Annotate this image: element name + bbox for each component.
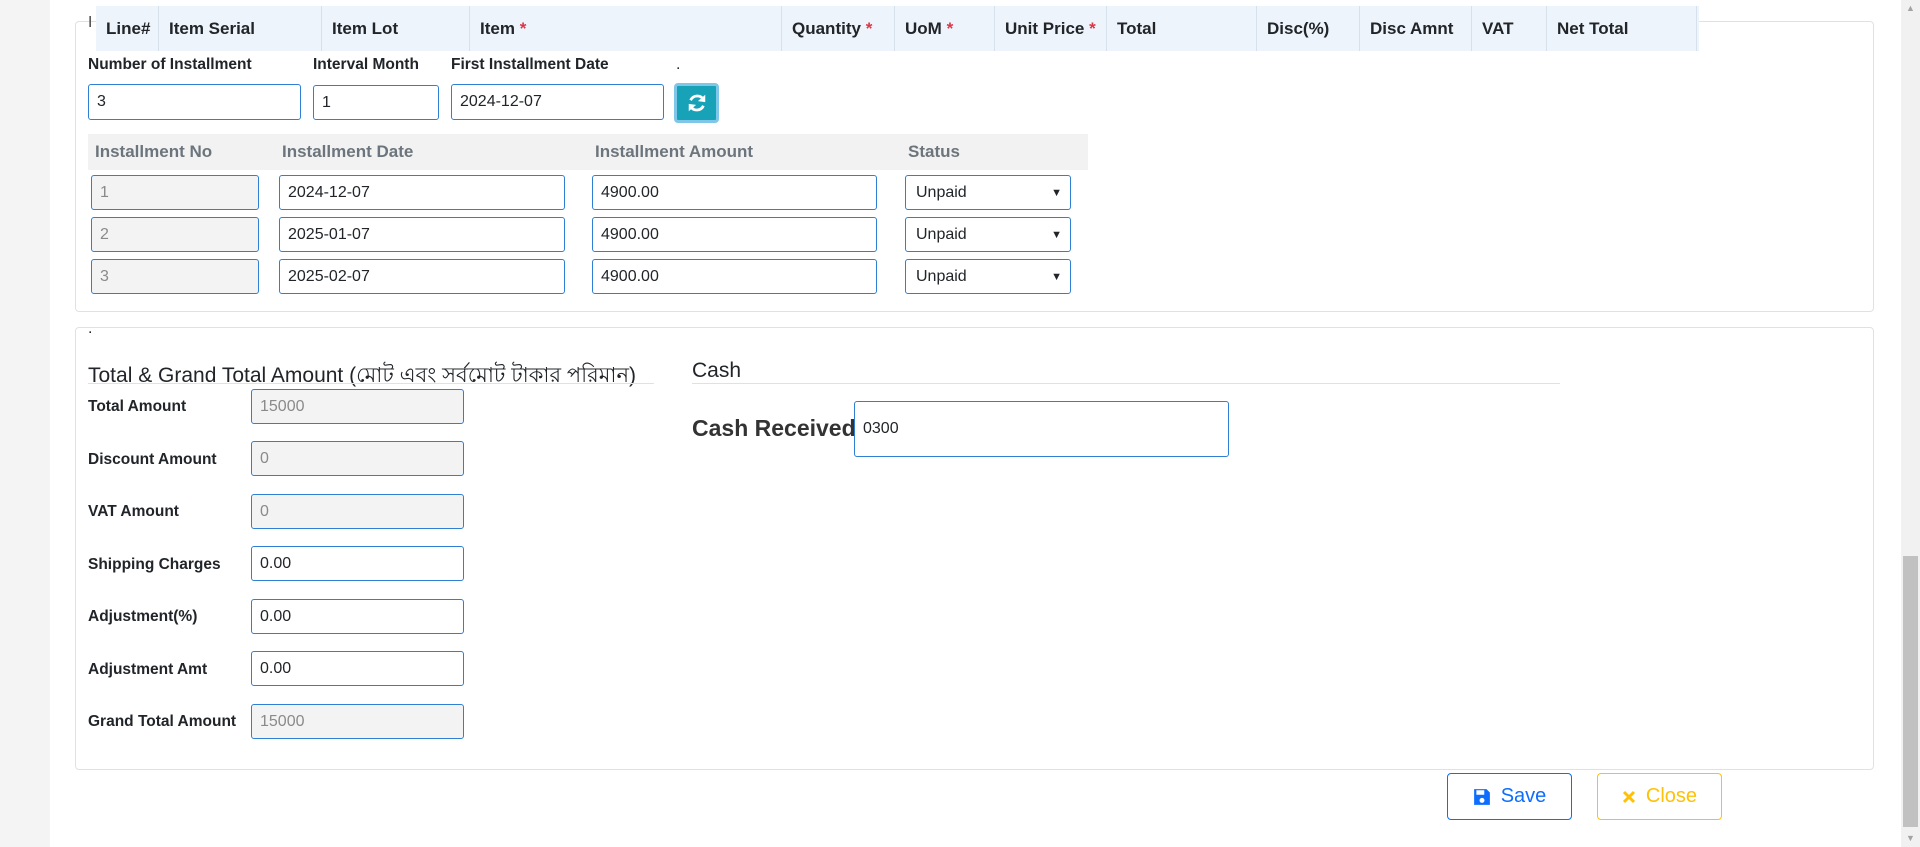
installment-status-header: Status — [908, 142, 960, 161]
installment-no-input — [91, 175, 259, 210]
grand-total-amount-label: Grand Total Amount — [88, 713, 237, 730]
scroll-up-arrow-icon[interactable]: ▲ — [1901, 0, 1920, 17]
installment-date-header: Installment Date — [282, 142, 414, 161]
first-installment-date-label: First Installment Date — [451, 56, 609, 73]
status-value: Unpaid — [916, 267, 967, 285]
close-button[interactable]: Close — [1597, 773, 1722, 820]
vat-amount-label: VAT Amount — [88, 503, 179, 520]
scroll-down-arrow-icon[interactable]: ▼ — [1901, 830, 1920, 847]
vat-amount-input — [251, 494, 464, 529]
status-value: Unpaid — [916, 183, 967, 201]
installment-table-header: Installment No Installment Date Installm… — [88, 134, 1088, 170]
chevron-down-icon: ▼ — [1051, 186, 1062, 199]
col-disc-pct: Disc(%) — [1257, 6, 1360, 51]
number-of-installment-input[interactable] — [88, 84, 301, 120]
number-of-installment-label: Number of Installment — [88, 56, 252, 73]
left-gutter — [0, 0, 50, 847]
chevron-down-icon: ▼ — [1051, 270, 1062, 283]
installment-status-select[interactable]: Unpaid ▼ — [905, 217, 1071, 252]
col-line-no: Line# — [96, 6, 159, 51]
refresh-button-label: . — [676, 56, 681, 73]
status-value: Unpaid — [916, 225, 967, 243]
floppy-disk-icon — [1473, 788, 1490, 805]
col-disc-amnt: Disc Amnt — [1360, 6, 1472, 51]
discount-amount-input — [251, 441, 464, 476]
installment-amount-input[interactable] — [592, 259, 877, 294]
cash-received-label: Cash Received — [692, 415, 856, 441]
required-marker: * — [946, 19, 954, 38]
interval-month-input[interactable] — [313, 85, 439, 120]
scrollbar-thumb[interactable] — [1903, 556, 1918, 827]
required-marker: * — [865, 19, 873, 38]
col-net-total: Net Total — [1547, 6, 1697, 51]
shipping-charges-label: Shipping Charges — [88, 556, 221, 573]
adjustment-amount-label: Adjustment Amt — [88, 661, 208, 678]
cash-divider — [692, 383, 1560, 384]
required-marker: * — [519, 19, 527, 38]
total-amount-input — [251, 389, 464, 424]
vertical-scrollbar[interactable]: ▲ ▼ — [1901, 0, 1920, 847]
section-dot: . — [88, 320, 93, 337]
installment-status-select[interactable]: Unpaid ▼ — [905, 259, 1071, 294]
totals-divider — [88, 383, 654, 384]
col-vat: VAT — [1472, 6, 1547, 51]
installment-date-input[interactable] — [279, 175, 565, 210]
col-item-lot: Item Lot — [322, 6, 470, 51]
col-item: Item * — [470, 6, 782, 51]
interval-month-label: Interval Month — [313, 56, 419, 73]
save-button-label: Save — [1500, 785, 1547, 807]
adjustment-percent-label: Adjustment(%) — [88, 608, 198, 625]
discount-amount-label: Discount Amount — [88, 451, 217, 468]
installment-amount-input[interactable] — [592, 175, 877, 210]
installment-no-header: Installment No — [95, 142, 213, 161]
col-total: Total — [1107, 6, 1257, 51]
col-quantity: Quantity * — [782, 6, 895, 51]
total-amount-label: Total Amount — [88, 398, 187, 415]
save-button[interactable]: Save — [1447, 773, 1572, 820]
installment-amount-input[interactable] — [592, 217, 877, 252]
hidden-section-label: I — [88, 14, 93, 31]
x-icon — [1622, 790, 1635, 803]
cash-section-title: Cash — [692, 359, 742, 382]
installment-no-input — [91, 259, 259, 294]
installment-amount-header: Installment Amount — [595, 142, 754, 161]
installment-no-input — [91, 217, 259, 252]
items-table-header: Line# Item Serial Item Lot Item * Quanti… — [96, 6, 1699, 51]
cash-received-input[interactable] — [854, 401, 1229, 457]
installment-status-select[interactable]: Unpaid ▼ — [905, 175, 1071, 210]
chevron-down-icon: ▼ — [1051, 228, 1062, 241]
refresh-icon — [688, 94, 705, 112]
adjustment-percent-input[interactable] — [251, 599, 464, 634]
refresh-installments-button[interactable] — [674, 83, 719, 123]
col-item-serial: Item Serial — [159, 6, 322, 51]
first-installment-date-input[interactable] — [451, 84, 664, 120]
installment-date-input[interactable] — [279, 259, 565, 294]
shipping-charges-input[interactable] — [251, 546, 464, 581]
col-uom: UoM * — [895, 6, 995, 51]
grand-total-amount-input — [251, 704, 464, 739]
col-unit-price: Unit Price * — [995, 6, 1107, 51]
close-button-label: Close — [1645, 785, 1698, 807]
required-marker: * — [1089, 19, 1096, 38]
installment-date-input[interactable] — [279, 217, 565, 252]
adjustment-amount-input[interactable] — [251, 651, 464, 686]
